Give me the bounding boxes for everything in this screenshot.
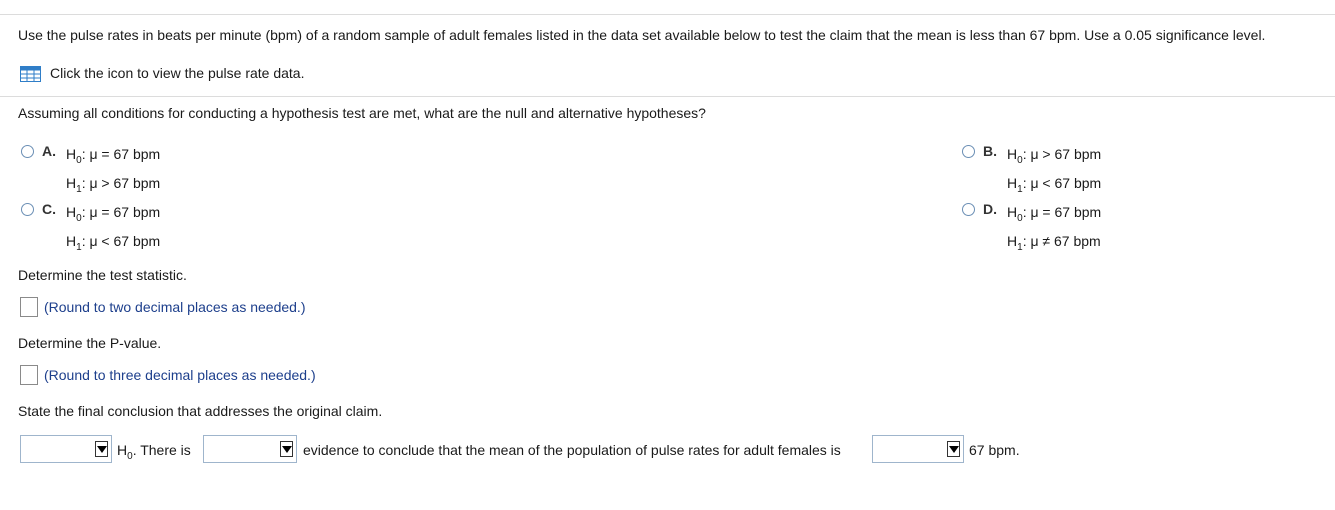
comparison-dropdown[interactable] [872, 435, 964, 463]
h1-sub: 1 [76, 241, 82, 253]
h1-sub: 1 [1017, 183, 1023, 195]
data-link-text[interactable]: Click the icon to view the pulse rate da… [50, 65, 304, 81]
option-a-h0: μ = 67 bpm [89, 146, 161, 162]
hypotheses-prompt: Assuming all conditions for conducting a… [18, 105, 706, 121]
h1-label: H [66, 232, 77, 249]
h0-sub: 0 [76, 212, 82, 224]
option-c-letter: C. [42, 201, 56, 217]
p-value-prompt: Determine the P-value. [18, 335, 162, 351]
test-statistic-prompt: Determine the test statistic. [18, 267, 187, 283]
h1-label: H [1007, 174, 1018, 191]
h0-label: H [1007, 204, 1018, 220]
option-a-letter: A. [42, 143, 56, 159]
radio-button-d[interactable] [962, 203, 975, 216]
h1-label: H [1007, 232, 1018, 249]
h1-sub: 1 [1017, 241, 1023, 253]
dropdown-arrow-icon[interactable] [95, 441, 108, 457]
h1-label: H [66, 174, 77, 191]
dropdown-arrow-icon[interactable] [947, 441, 960, 457]
h0-sub: 0 [76, 154, 82, 166]
conclusion-prompt: State the final conclusion that addresse… [18, 403, 383, 419]
option-d-h0: μ = 67 bpm [1030, 204, 1102, 220]
conclusion-middle-text: evidence to conclude that the mean of th… [303, 442, 841, 458]
option-a[interactable]: A. H0: μ = 67 bpm H1: μ > 67 bpm [21, 143, 160, 201]
test-statistic-input[interactable] [20, 297, 38, 317]
conclusion-tail-text: 67 bpm. [969, 442, 1020, 458]
evidence-dropdown[interactable] [203, 435, 297, 463]
h0-sub: 0 [1017, 154, 1023, 166]
option-d-letter: D. [983, 201, 997, 217]
radio-button-b[interactable] [962, 145, 975, 158]
h0-label: H [66, 146, 77, 162]
option-b-letter: B. [983, 143, 997, 159]
option-b-h1: μ < 67 bpm [1030, 174, 1102, 191]
question-intro: Use the pulse rates in beats per minute … [18, 27, 1266, 43]
top-divider [0, 14, 1335, 15]
radio-button-c[interactable] [21, 203, 34, 216]
option-c-h0: μ = 67 bpm [89, 204, 161, 220]
reject-decision-dropdown[interactable] [20, 435, 112, 463]
section-divider [0, 96, 1335, 97]
option-c-h1: μ < 67 bpm [89, 232, 161, 249]
dropdown-arrow-icon[interactable] [280, 441, 293, 457]
option-c[interactable]: C. H0: μ = 67 bpm H1: μ < 67 bpm [21, 201, 160, 259]
h0-sub: 0 [1017, 212, 1023, 224]
option-b[interactable]: B. H0: μ > 67 bpm H1: μ < 67 bpm [962, 143, 1101, 201]
h1-sub: 1 [76, 183, 82, 195]
option-b-h0: μ > 67 bpm [1030, 146, 1102, 162]
test-statistic-hint: (Round to two decimal places as needed.) [44, 299, 306, 315]
table-grid-icon[interactable] [20, 66, 41, 82]
option-a-h1: μ > 67 bpm [89, 174, 161, 191]
p-value-hint: (Round to three decimal places as needed… [44, 367, 316, 383]
h0-label: H [66, 204, 77, 220]
radio-button-a[interactable] [21, 145, 34, 158]
h0-label: H [1007, 146, 1018, 162]
option-d-h1: μ ≠ 67 bpm [1030, 232, 1101, 249]
h0-conclusion-label: H0. There is [117, 442, 191, 462]
p-value-input[interactable] [20, 365, 38, 385]
option-d[interactable]: D. H0: μ = 67 bpm H1: μ ≠ 67 bpm [962, 201, 1101, 259]
